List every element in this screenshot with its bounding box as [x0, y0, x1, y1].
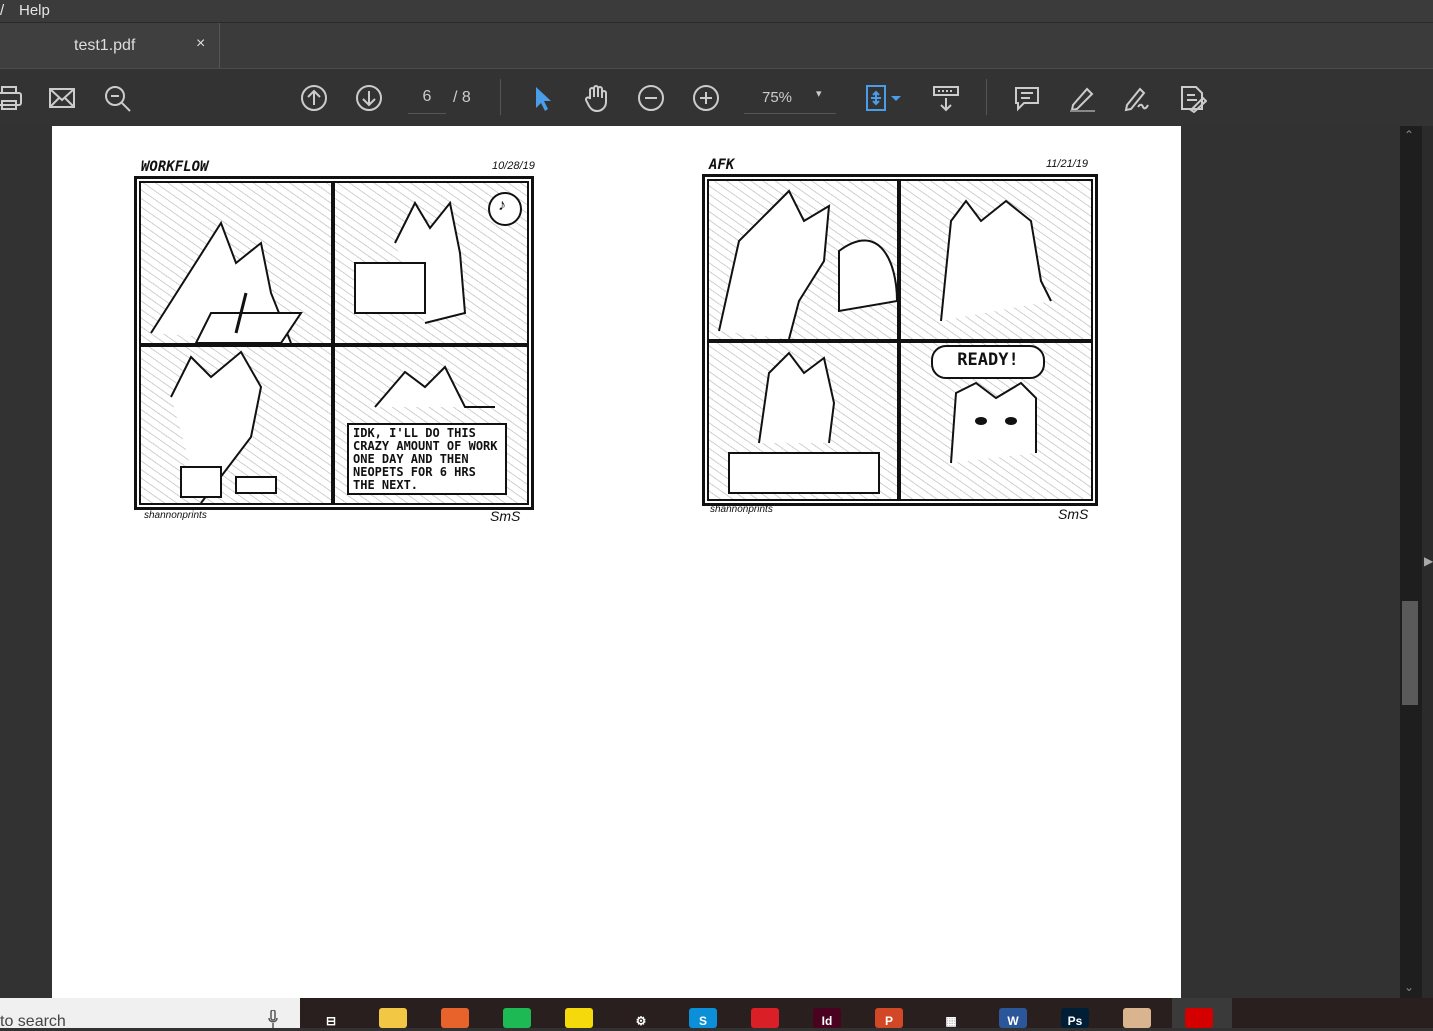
expand-pane-icon[interactable]: ▶ [1424, 554, 1433, 568]
tab-test1-pdf[interactable]: test1.pdf × [0, 23, 220, 69]
select-cursor-icon[interactable] [525, 81, 559, 115]
panel-grid: ♪ IDK, I'LL DO THIS CRAZY AMOUNT OF WORK… [134, 176, 534, 510]
taskbar-search[interactable]: to search [0, 998, 300, 1030]
sticky-notes-icon[interactable] [565, 1008, 593, 1028]
page-number-input[interactable]: 6 [408, 85, 446, 114]
zoom-select[interactable]: 75% ▾ [744, 85, 836, 114]
comic-date: 11/21/19 [1046, 158, 1089, 170]
hand-tool-icon[interactable] [579, 81, 613, 115]
comment-icon[interactable] [1010, 81, 1044, 115]
comic-panel [707, 341, 899, 501]
calendar-icon[interactable]: ▦ [937, 1008, 965, 1028]
zoom-value: 75% [762, 89, 793, 106]
comic-workflow: WORKFLOW 10/28/19 ♪ IDK, I'LL DO THIS CR… [134, 156, 554, 536]
comic-credit: shannonprints [710, 504, 773, 515]
scroll-mode-icon[interactable] [929, 81, 963, 115]
menu-bar: / Help [0, 0, 1433, 22]
chevron-down-icon[interactable] [886, 81, 906, 115]
divider [500, 79, 501, 115]
taskbar: to search ⊟ ⚙ S Id P ▦ W Ps [0, 998, 1433, 1030]
acrobat-icon[interactable] [1185, 1008, 1213, 1028]
comic-panel: ♪ [333, 181, 529, 345]
comic-credit: shannonprints [144, 510, 207, 521]
comic-signature: SmS [490, 508, 521, 524]
spotify-icon[interactable] [503, 1008, 531, 1028]
scroll-down-icon[interactable]: ⌄ [1404, 980, 1414, 994]
comic-title: AFK [709, 157, 735, 173]
pdf-page: WORKFLOW 10/28/19 ♪ IDK, I'LL DO THIS CR… [52, 126, 1181, 998]
skype-icon[interactable]: S [689, 1008, 717, 1028]
comic-panel [139, 181, 333, 345]
comic-panel: READY! [899, 341, 1093, 501]
close-tab-icon[interactable]: × [196, 35, 205, 53]
comic-afk: AFK 11/21/19 READY! shannonprints SmS [702, 156, 1122, 536]
comic-signature: SmS [1058, 506, 1089, 522]
menu-item-partial[interactable]: / [0, 2, 4, 19]
paint-icon[interactable] [1123, 1008, 1151, 1028]
zoom-out-icon[interactable] [634, 81, 668, 115]
comic-panel [139, 345, 333, 505]
word-icon[interactable]: W [999, 1008, 1027, 1028]
search-placeholder: to search [0, 1013, 66, 1030]
comic-panel: IDK, I'LL DO THIS CRAZY AMOUNT OF WORK O… [333, 345, 529, 505]
speech-bubble: READY! [931, 345, 1045, 379]
photoshop-icon[interactable]: Ps [1061, 1008, 1089, 1028]
comic-panel [707, 179, 899, 341]
creative-cloud-icon[interactable] [751, 1008, 779, 1028]
tab-title: test1.pdf [74, 37, 136, 54]
comic-date: 10/28/19 [492, 160, 535, 172]
page-total: / 8 [453, 89, 471, 106]
music-note-icon: ♪ [498, 197, 506, 214]
zoom-in-icon[interactable] [689, 81, 723, 115]
task-view-icon[interactable]: ⊟ [317, 1008, 345, 1028]
print-icon[interactable] [0, 81, 26, 115]
vertical-scrollbar[interactable]: ⌃ ⌄ [1400, 126, 1422, 998]
scroll-up-icon[interactable]: ⌃ [1404, 128, 1414, 142]
panel-grid: READY! [702, 174, 1098, 506]
tab-bar: test1.pdf × [0, 22, 1433, 69]
document-viewer[interactable]: WORKFLOW 10/28/19 ♪ IDK, I'LL DO THIS CR… [0, 126, 1400, 998]
powerpoint-icon[interactable]: P [875, 1008, 903, 1028]
zoom-search-icon[interactable] [100, 81, 134, 115]
settings-icon[interactable]: ⚙ [627, 1008, 655, 1028]
next-page-icon[interactable] [352, 81, 386, 115]
highlight-pen-icon[interactable] [1065, 81, 1099, 115]
microphone-icon[interactable] [268, 1010, 278, 1028]
prev-page-icon[interactable] [297, 81, 331, 115]
file-explorer-icon[interactable] [379, 1008, 407, 1028]
toolbar: 6 / 8 75% ▾ [0, 68, 1433, 127]
comic-panel [899, 179, 1093, 341]
fill-sign-icon[interactable] [1175, 81, 1209, 115]
divider [986, 79, 987, 115]
menu-item-help[interactable]: Help [19, 2, 50, 19]
right-pane-toggle[interactable]: ▶ [1422, 126, 1433, 998]
sign-icon[interactable] [1120, 81, 1154, 115]
indesign-icon[interactable]: Id [813, 1008, 841, 1028]
speech-bubble: IDK, I'LL DO THIS CRAZY AMOUNT OF WORK O… [347, 423, 507, 495]
comic-title: WORKFLOW [141, 159, 209, 175]
scrollbar-thumb[interactable] [1402, 601, 1418, 705]
firefox-icon[interactable] [441, 1008, 469, 1028]
chevron-down-icon[interactable]: ▾ [816, 87, 822, 100]
mail-icon[interactable] [45, 81, 79, 115]
